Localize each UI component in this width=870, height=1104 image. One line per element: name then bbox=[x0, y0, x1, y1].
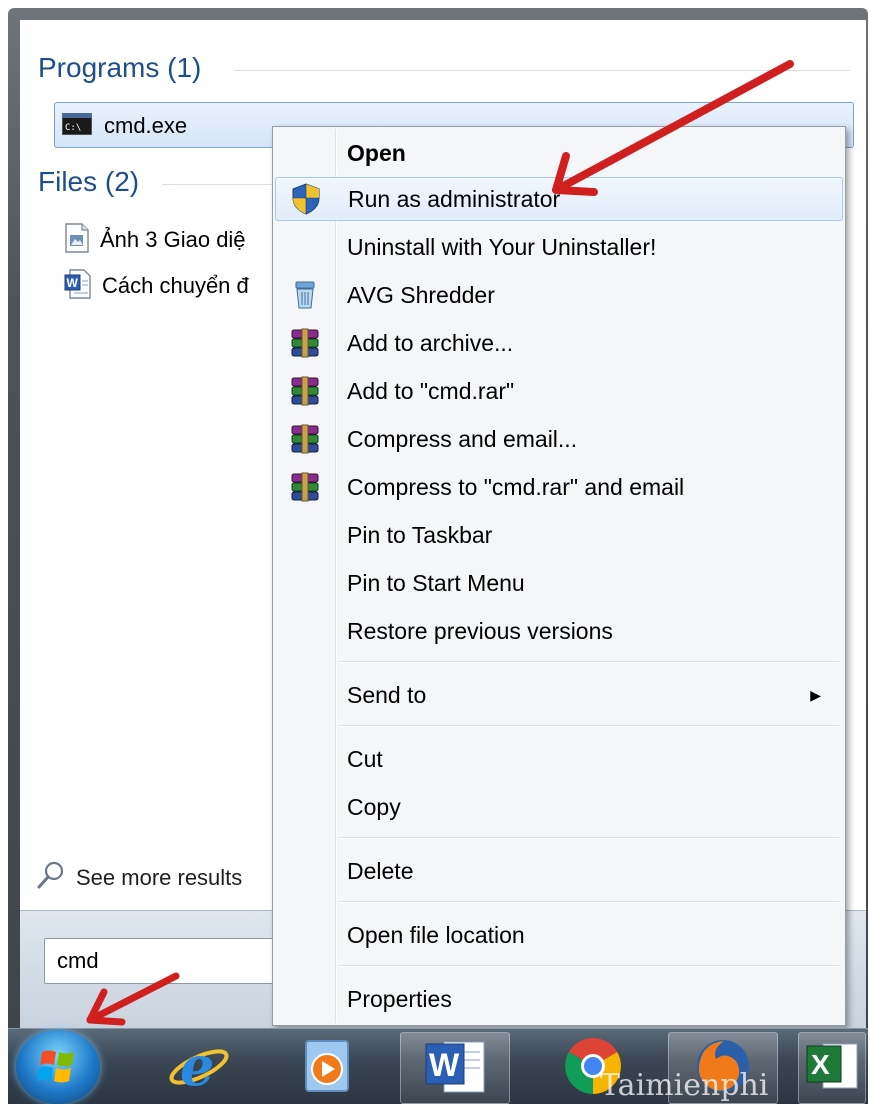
menu-item-send-to-label: Send to bbox=[347, 681, 427, 708]
programs-header: Programs (1) bbox=[38, 52, 202, 83]
programs-divider bbox=[234, 70, 850, 71]
menu-item-properties[interactable]: Properties bbox=[275, 977, 843, 1021]
file-result-1[interactable]: Ảnh 3 Giao diệ bbox=[64, 222, 246, 258]
svg-text:W: W bbox=[67, 276, 79, 290]
taskbar-internet-explorer[interactable]: e bbox=[144, 1032, 254, 1104]
file-result-2-label: Cách chuyển đ bbox=[102, 273, 249, 298]
cmd-icon: C:\ bbox=[61, 112, 93, 140]
taskbar-media-player[interactable] bbox=[272, 1032, 382, 1104]
menu-item-pin-to-start-menu-label: Pin to Start Menu bbox=[347, 569, 525, 596]
start-search-box[interactable] bbox=[44, 938, 294, 984]
svg-text:C:\: C:\ bbox=[65, 123, 81, 133]
menu-item-delete[interactable]: Delete bbox=[275, 849, 843, 893]
see-more-results-link[interactable]: See more results bbox=[36, 860, 242, 895]
menu-item-avg-shredder[interactable]: AVG Shredder bbox=[275, 273, 843, 317]
word-file-icon: W bbox=[64, 268, 92, 304]
menu-item-pin-to-start-menu[interactable]: Pin to Start Menu bbox=[275, 561, 843, 605]
taskbar-word[interactable]: W bbox=[400, 1032, 510, 1104]
menu-item-delete-label: Delete bbox=[347, 857, 414, 884]
internet-explorer-icon: e bbox=[166, 1034, 232, 1102]
files-divider bbox=[162, 184, 272, 185]
menu-item-uninstall[interactable]: Uninstall with Your Uninstaller! bbox=[275, 225, 843, 269]
svg-text:X: X bbox=[811, 1049, 830, 1080]
menu-item-compress-and-email-label: Compress and email... bbox=[347, 425, 578, 452]
menu-item-copy[interactable]: Copy bbox=[275, 785, 843, 829]
menu-item-cut[interactable]: Cut bbox=[275, 737, 843, 781]
menu-item-compress-and-email[interactable]: Compress and email... bbox=[275, 417, 843, 461]
menu-separator bbox=[339, 661, 839, 663]
file-result-2[interactable]: W Cách chuyển đ bbox=[64, 268, 249, 304]
menu-separator bbox=[339, 837, 839, 839]
excel-icon: X bbox=[805, 1038, 859, 1099]
files-header: Files (2) bbox=[38, 166, 140, 197]
avg-shredder-icon bbox=[275, 273, 335, 317]
menu-item-send-to[interactable]: Send to ▶ bbox=[275, 673, 843, 717]
menu-item-pin-to-taskbar[interactable]: Pin to Taskbar bbox=[275, 513, 843, 557]
winrar-icon bbox=[275, 465, 335, 509]
submenu-arrow-icon: ▶ bbox=[810, 686, 821, 703]
menu-item-compress-to-cmd-rar-and-email[interactable]: Compress to "cmd.rar" and email bbox=[275, 465, 843, 509]
menu-item-copy-label: Copy bbox=[347, 793, 401, 820]
taskbar-excel[interactable]: X bbox=[798, 1032, 866, 1104]
menu-separator bbox=[339, 965, 839, 967]
winrar-icon bbox=[275, 369, 335, 413]
menu-item-add-to-archive-label: Add to archive... bbox=[347, 329, 514, 356]
svg-text:W: W bbox=[429, 1047, 460, 1083]
menu-item-uninstall-label: Uninstall with Your Uninstaller! bbox=[347, 233, 657, 260]
menu-item-add-to-cmd-rar[interactable]: Add to "cmd.rar" bbox=[275, 369, 843, 413]
winrar-icon bbox=[275, 321, 335, 365]
image-file-icon bbox=[64, 222, 90, 258]
uac-shield-icon bbox=[276, 177, 336, 221]
menu-item-restore-previous-versions-label: Restore previous versions bbox=[347, 617, 613, 644]
menu-item-pin-to-taskbar-label: Pin to Taskbar bbox=[347, 521, 493, 548]
menu-item-open-file-location[interactable]: Open file location bbox=[275, 913, 843, 957]
menu-item-properties-label: Properties bbox=[347, 985, 452, 1012]
menu-item-avg-shredder-label: AVG Shredder bbox=[347, 281, 495, 308]
program-result-cmd[interactable]: C:\ cmd.exe bbox=[61, 108, 188, 144]
menu-item-open[interactable]: Open bbox=[275, 131, 843, 175]
context-menu: Open Run as administrator Uninstall with… bbox=[272, 126, 846, 1026]
search-icon bbox=[36, 860, 66, 895]
file-result-1-label: Ảnh 3 Giao diệ bbox=[100, 227, 246, 252]
menu-item-compress-to-cmd-rar-and-email-label: Compress to "cmd.rar" and email bbox=[347, 473, 685, 500]
search-input[interactable] bbox=[57, 948, 281, 974]
media-player-icon bbox=[302, 1039, 352, 1098]
menu-item-open-file-location-label: Open file location bbox=[347, 921, 525, 948]
see-more-results-label: See more results bbox=[76, 864, 243, 890]
svg-text:e: e bbox=[180, 1035, 214, 1097]
menu-item-open-label: Open bbox=[347, 139, 406, 166]
word-icon: W bbox=[422, 1036, 488, 1101]
menu-item-run-as-administrator[interactable]: Run as administrator bbox=[275, 177, 843, 221]
menu-item-run-as-administrator-label: Run as administrator bbox=[348, 185, 561, 212]
menu-separator bbox=[339, 725, 839, 727]
menu-item-add-to-archive[interactable]: Add to archive... bbox=[275, 321, 843, 365]
winrar-icon bbox=[275, 417, 335, 461]
windows-orb-icon[interactable] bbox=[16, 1030, 100, 1104]
menu-item-add-to-cmd-rar-label: Add to "cmd.rar" bbox=[347, 377, 515, 404]
program-result-label: cmd.exe bbox=[104, 113, 188, 138]
menu-item-cut-label: Cut bbox=[347, 745, 383, 772]
menu-separator bbox=[339, 901, 839, 903]
watermark: Taimienphi bbox=[600, 1068, 769, 1103]
menu-item-restore-previous-versions[interactable]: Restore previous versions bbox=[275, 609, 843, 653]
